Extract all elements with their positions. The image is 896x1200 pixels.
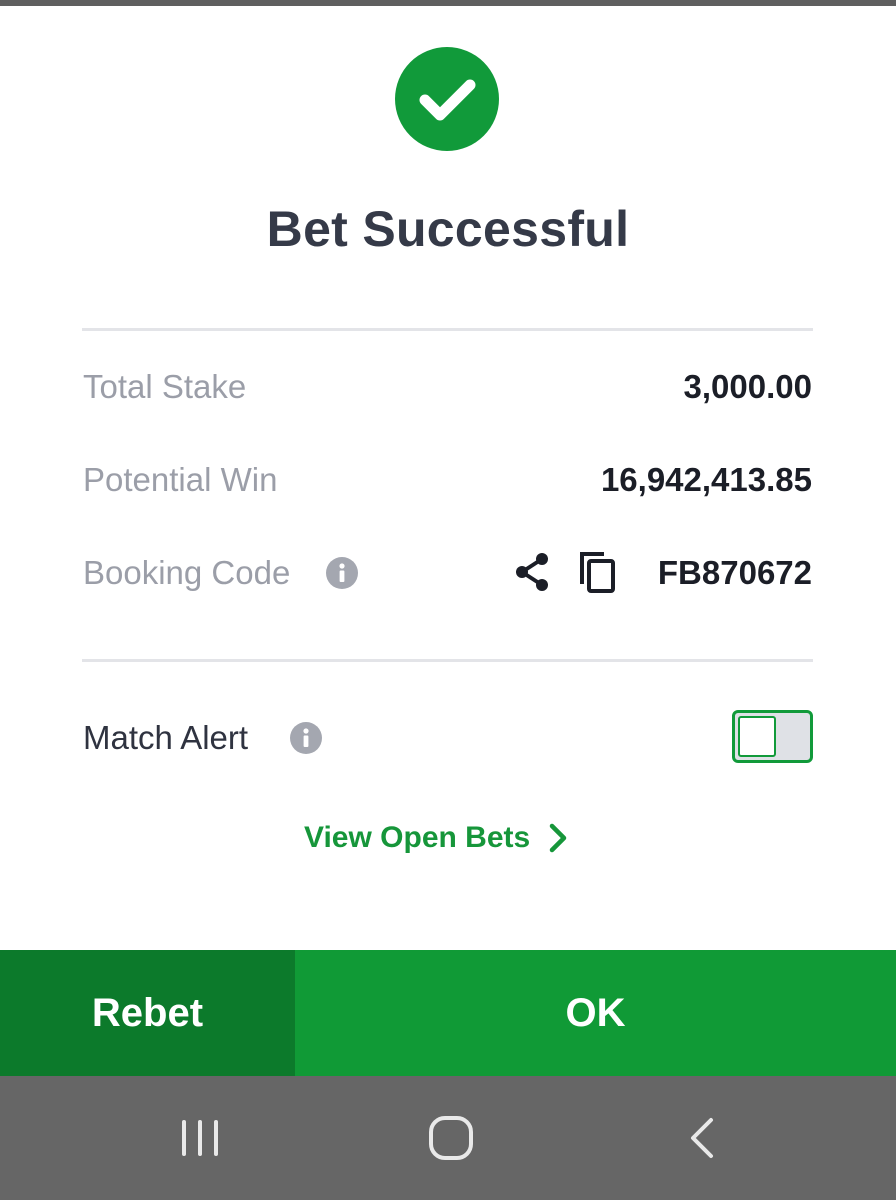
share-icon[interactable] [510,549,556,595]
info-icon[interactable] [326,557,358,589]
divider [82,659,813,662]
info-icon[interactable] [290,722,322,754]
ok-button[interactable]: OK [295,950,896,1076]
divider [82,328,813,331]
back-icon [691,1118,713,1158]
home-button[interactable] [391,1076,511,1200]
back-button[interactable] [642,1076,762,1200]
check-circle-icon [395,47,499,151]
view-open-bets-label: View Open Bets [304,821,531,854]
booking-code-label: Booking Code [83,554,291,591]
rebet-button[interactable]: Rebet [0,950,295,1076]
match-alert-label: Match Alert [83,719,249,756]
potential-win-value: 16,942,413.85 [600,461,812,498]
toggle-knob [738,716,776,757]
total-stake-label: Total Stake [83,368,247,405]
recents-button[interactable] [140,1076,260,1200]
view-open-bets-link[interactable]: View Open Bets [304,818,568,858]
system-nav-bar [0,1076,896,1200]
match-alert-toggle[interactable] [732,710,813,763]
total-stake-value: 3,000.00 [683,368,812,405]
status-strip [0,0,896,6]
home-icon [429,1116,473,1160]
potential-win-label: Potential Win [83,461,278,498]
dialog-title: Bet Successful [266,201,630,257]
recents-icon [182,1120,218,1156]
copy-icon[interactable] [576,548,622,594]
chevron-right-icon [549,823,567,853]
booking-code-value[interactable]: FB870672 [658,554,812,592]
